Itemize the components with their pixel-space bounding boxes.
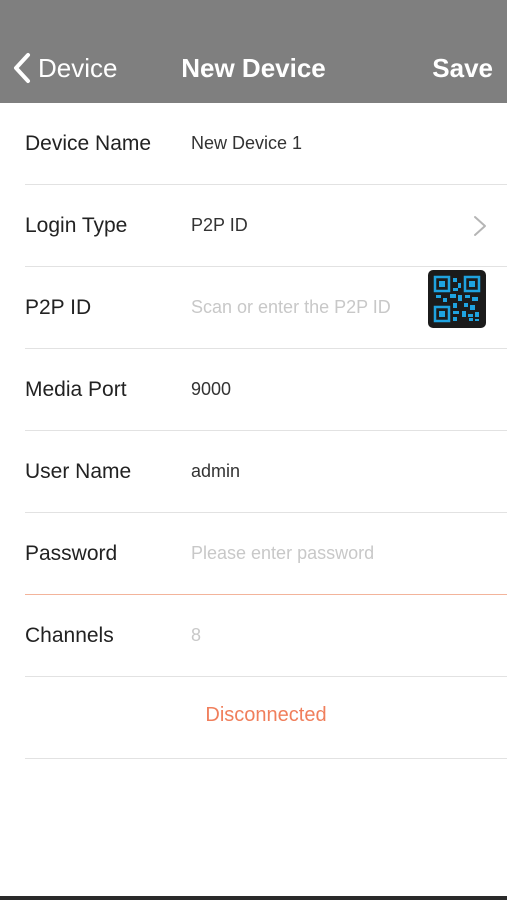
p2p-id-label: P2P ID bbox=[25, 296, 92, 319]
connection-status: Disconnected bbox=[205, 704, 327, 726]
device-form: Device Name New Device 1 Login Type P2P … bbox=[0, 103, 507, 759]
device-name-label: Device Name bbox=[25, 132, 152, 155]
user-name-row[interactable]: User Name admin bbox=[25, 431, 507, 513]
login-type-value: P2P ID bbox=[191, 215, 248, 235]
media-port-label: Media Port bbox=[25, 378, 127, 401]
connection-status-row: Disconnected bbox=[25, 677, 507, 759]
p2p-id-row: P2P ID bbox=[25, 267, 507, 349]
device-name-field[interactable]: New Device 1 bbox=[191, 103, 426, 183]
login-type-row[interactable]: Login Type P2P ID bbox=[25, 185, 507, 267]
login-type-label: Login Type bbox=[25, 214, 128, 237]
channels-label: Channels bbox=[25, 624, 114, 647]
qr-code-icon bbox=[433, 275, 481, 323]
screen-bottom-edge bbox=[0, 896, 507, 900]
save-button[interactable]: Save bbox=[432, 48, 493, 88]
chevron-left-icon bbox=[14, 53, 30, 83]
password-row: Password bbox=[25, 513, 507, 595]
user-name-field[interactable]: admin bbox=[191, 431, 426, 511]
p2p-id-input[interactable] bbox=[191, 267, 426, 347]
back-button[interactable]: Device bbox=[12, 48, 117, 88]
media-port-row[interactable]: Media Port 9000 bbox=[25, 349, 507, 431]
media-port-field[interactable]: 9000 bbox=[191, 349, 426, 429]
channels-row: Channels 8 bbox=[25, 595, 507, 677]
password-input[interactable] bbox=[191, 513, 426, 593]
user-name-label: User Name bbox=[25, 460, 132, 483]
chevron-right-icon bbox=[474, 216, 486, 236]
password-label: Password bbox=[25, 542, 118, 565]
navigation-bar: Device New Device Save bbox=[0, 0, 507, 103]
back-button-label: Device bbox=[38, 52, 118, 83]
device-name-row[interactable]: Device Name New Device 1 bbox=[25, 103, 507, 185]
channels-value: 8 bbox=[191, 625, 202, 645]
qr-scan-button[interactable] bbox=[428, 270, 486, 328]
